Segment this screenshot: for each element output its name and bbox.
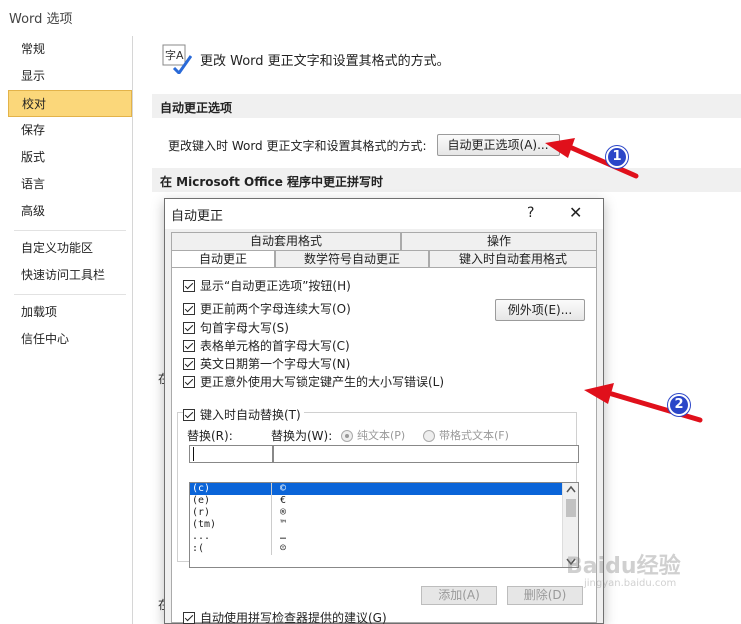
annotation-arrowhead-1: [545, 138, 575, 158]
watermark-url: jingyan.baidu.com: [584, 578, 677, 589]
watermark-logo: Baidu经验: [566, 554, 681, 579]
annotation-badge-2: 2: [668, 394, 690, 416]
annotation-arrows: [545, 138, 703, 423]
annotation-badge-1: 1: [606, 146, 628, 168]
annotation-arrowhead-2: [584, 383, 614, 404]
